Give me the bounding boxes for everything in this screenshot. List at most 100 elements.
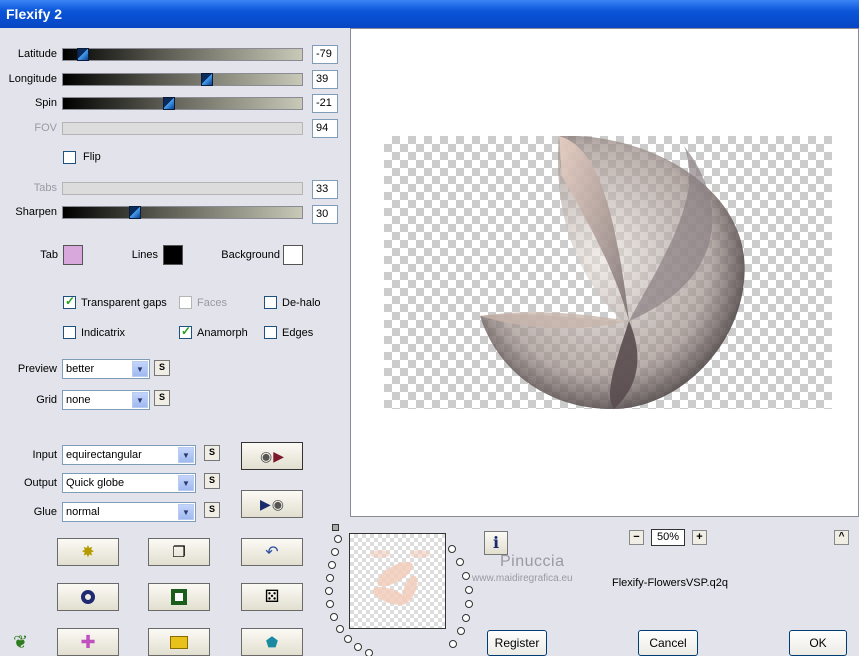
lines-color-swatch[interactable] xyxy=(163,245,183,265)
undo-button[interactable]: ↶ xyxy=(241,538,303,566)
sharpen-slider-thumb[interactable] xyxy=(129,206,141,219)
register-button[interactable]: Register xyxy=(487,630,547,656)
navigator-dot[interactable] xyxy=(325,587,333,595)
brick-button[interactable] xyxy=(148,628,210,656)
chevron-down-icon[interactable]: ▼ xyxy=(178,504,194,520)
longitude-value[interactable]: 39 xyxy=(312,70,338,89)
navigator-dot[interactable] xyxy=(344,635,352,643)
navigator-dot[interactable] xyxy=(465,600,473,608)
info-icon: i xyxy=(492,533,500,552)
navigator-dot[interactable] xyxy=(462,614,470,622)
window-title: Flexify 2 xyxy=(6,6,63,22)
navigator-dot[interactable] xyxy=(462,572,470,580)
grid-label: Grid xyxy=(36,394,57,406)
navigator-dot[interactable] xyxy=(331,548,339,556)
navigator-dot[interactable] xyxy=(354,643,362,651)
anamorph-checkbox[interactable] xyxy=(179,324,192,339)
fov-value[interactable]: 94 xyxy=(312,119,338,138)
spin-slider[interactable] xyxy=(62,97,303,110)
tabs-label: Tabs xyxy=(33,182,57,194)
input-s-button[interactable]: S xyxy=(204,445,220,461)
tabs-slider xyxy=(62,182,303,195)
navigator-dot[interactable] xyxy=(456,558,464,566)
pentagon-button[interactable]: ⬟ xyxy=(241,628,303,656)
randomize-colors-button[interactable]: ✸ xyxy=(57,538,119,566)
output-value: Quick globe xyxy=(66,477,125,489)
glue-s-button[interactable]: S xyxy=(204,502,220,518)
navigator-dot[interactable] xyxy=(448,545,456,553)
navigator-dot[interactable] xyxy=(449,640,457,648)
indicatrix-checkbox[interactable] xyxy=(63,326,76,339)
navigator-dot[interactable] xyxy=(336,625,344,633)
preview-image xyxy=(384,135,832,410)
chevron-down-icon[interactable]: ▼ xyxy=(178,447,194,463)
dehalo-label: De-halo xyxy=(282,297,321,309)
chevron-down-icon[interactable]: ▼ xyxy=(132,392,148,408)
zoom-in-button[interactable]: + xyxy=(692,530,707,545)
disc-icon: ◉ xyxy=(271,495,284,512)
navigator-handle[interactable] xyxy=(332,524,339,531)
indicatrix-label: Indicatrix xyxy=(81,327,126,339)
dice-icon: ⚄ xyxy=(264,587,280,606)
transparent-gaps-checkbox[interactable] xyxy=(63,294,76,309)
navigator-dot[interactable] xyxy=(330,613,338,621)
grid-s-button[interactable]: S xyxy=(154,390,170,406)
preview-quality-select[interactable]: better ▼ xyxy=(62,359,150,379)
latitude-slider-thumb[interactable] xyxy=(77,48,89,61)
sharpen-value[interactable]: 30 xyxy=(312,205,338,224)
random-button[interactable]: ⚄ xyxy=(241,583,303,611)
fov-label: FOV xyxy=(34,122,57,134)
chevron-down-icon[interactable]: ▼ xyxy=(178,475,194,491)
tabs-value[interactable]: 33 xyxy=(312,180,338,199)
sphere-button[interactable] xyxy=(57,583,119,611)
longitude-slider[interactable] xyxy=(62,73,303,86)
ok-button[interactable]: OK xyxy=(789,630,847,656)
glue-label: Glue xyxy=(33,506,57,518)
preview-canvas[interactable] xyxy=(350,28,859,517)
background-color-swatch[interactable] xyxy=(283,245,303,265)
square-button[interactable] xyxy=(148,583,210,611)
navigator-dot[interactable] xyxy=(328,561,336,569)
sharpen-slider[interactable] xyxy=(62,206,303,219)
flower-globe-graphic xyxy=(480,135,745,410)
output-play-button[interactable]: ▶ ◉ xyxy=(241,490,303,518)
zoom-out-button[interactable]: − xyxy=(629,530,644,545)
cancel-button[interactable]: Cancel xyxy=(638,630,698,656)
edges-checkbox[interactable] xyxy=(264,326,277,339)
dehalo-checkbox[interactable] xyxy=(264,296,277,309)
move-button[interactable]: ✚ xyxy=(57,628,119,656)
navigator-dot[interactable] xyxy=(465,586,473,594)
undo-icon: ↶ xyxy=(265,544,279,561)
output-select[interactable]: Quick globe ▼ xyxy=(62,473,196,493)
preview-quality-s-button[interactable]: S xyxy=(154,360,170,376)
navigator-dot[interactable] xyxy=(457,627,465,635)
glue-select[interactable]: normal ▼ xyxy=(62,502,196,522)
faces-label: Faces xyxy=(197,297,227,309)
spin-value[interactable]: -21 xyxy=(312,94,338,113)
flip-checkbox[interactable] xyxy=(63,151,76,164)
output-s-button[interactable]: S xyxy=(204,473,220,489)
copy-icon: ❐ xyxy=(172,544,186,561)
anamorph-label: Anamorph xyxy=(197,327,248,339)
latitude-value[interactable]: -79 xyxy=(312,45,338,64)
navigator-dot[interactable] xyxy=(365,649,373,656)
zoom-level[interactable]: 50% xyxy=(651,529,685,546)
longitude-slider-thumb[interactable] xyxy=(201,73,213,86)
navigator-dot[interactable] xyxy=(326,574,334,582)
spin-slider-thumb[interactable] xyxy=(163,97,175,110)
latitude-slider[interactable] xyxy=(62,48,303,61)
tab-color-swatch[interactable] xyxy=(63,245,83,265)
info-button[interactable]: i xyxy=(484,531,508,555)
chevron-down-icon[interactable]: ▼ xyxy=(132,361,148,377)
navigator-thumbnail[interactable] xyxy=(349,533,446,629)
grid-select[interactable]: none ▼ xyxy=(62,390,150,410)
input-label: Input xyxy=(32,449,57,461)
cube-icon xyxy=(170,635,188,649)
input-select[interactable]: equirectangular ▼ xyxy=(62,445,196,465)
navigator-dot[interactable] xyxy=(326,600,334,608)
copy-button[interactable]: ❐ xyxy=(148,538,210,566)
input-play-button[interactable]: ◉ ▶ xyxy=(241,442,303,470)
scroll-up-button[interactable]: ^ xyxy=(834,530,849,545)
grid-value: none xyxy=(66,394,91,406)
navigator-dot[interactable] xyxy=(334,535,342,543)
